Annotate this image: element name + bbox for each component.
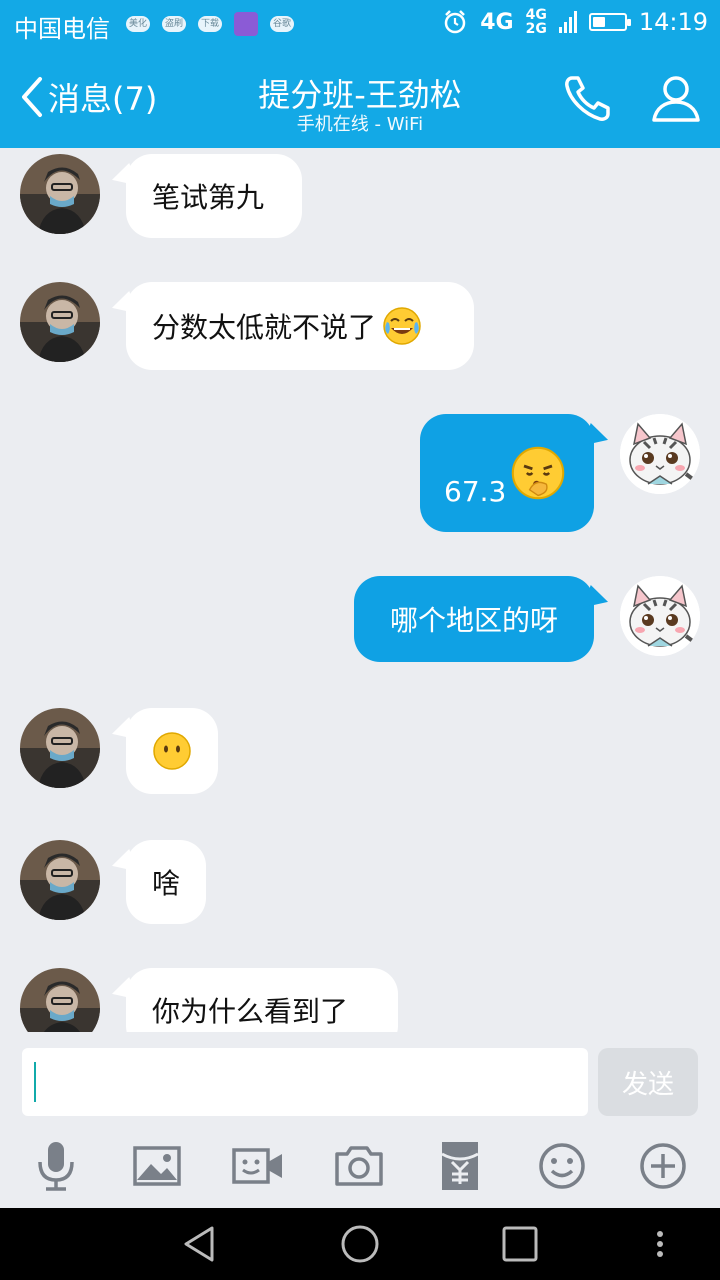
gallery-notification-icon: [234, 12, 258, 36]
nav-back-button[interactable]: [178, 1222, 222, 1266]
clock-label: 14:19: [638, 8, 708, 36]
message-text: 分数太低就不说了: [152, 311, 377, 344]
contact-avatar-icon: [20, 840, 100, 920]
nav-menu-button[interactable]: [638, 1222, 682, 1266]
system-nav-bar: [0, 1208, 720, 1280]
message-bubble[interactable]: 啥: [126, 840, 206, 924]
image-button[interactable]: [129, 1138, 185, 1194]
thinking-emoji-icon: [512, 446, 565, 500]
smiley-icon: [539, 1143, 585, 1189]
circle-home-icon: [341, 1225, 379, 1263]
video-call-icon: [232, 1148, 282, 1184]
message-text: 哪个地区的呀: [389, 604, 558, 637]
alarm-icon: [444, 10, 466, 34]
camera-icon: [335, 1146, 383, 1186]
message-bubble[interactable]: 分数太低就不说了: [126, 282, 474, 370]
tears-of-joy-emoji-icon: [383, 307, 421, 345]
chat-header: 消息(7) 提分班-王劲松 手机在线 - WiFi: [0, 48, 720, 148]
voice-button[interactable]: [28, 1138, 84, 1194]
contact-avatar-icon: [20, 282, 100, 362]
self-avatar[interactable]: [620, 576, 700, 656]
red-packet-button[interactable]: [432, 1138, 488, 1194]
camera-button[interactable]: [331, 1138, 387, 1194]
contact-avatar-icon: [20, 154, 100, 234]
message-bubble[interactable]: 哪个地区的呀: [354, 576, 594, 662]
contact-avatar-icon: [20, 708, 100, 788]
notification-icon: 谷歌: [270, 16, 294, 32]
microphone-icon: [38, 1142, 74, 1191]
image-icon: [133, 1146, 181, 1186]
signal-icon: [558, 11, 577, 33]
square-recents-icon: [502, 1226, 538, 1262]
message-text: 笔试第九: [152, 181, 265, 214]
message-bubble[interactable]: 你为什么看到了: [126, 968, 398, 1032]
notification-icon: 盗刷: [162, 16, 186, 32]
message-text: 你为什么看到了: [152, 995, 349, 1028]
message-list[interactable]: 笔试第九 分数太低就不说了 67.3 哪个地区的呀 啥 你为什么看到了: [0, 148, 720, 1032]
network-type-label: 4G: [480, 9, 514, 35]
message-input[interactable]: [22, 1048, 588, 1116]
nav-recents-button[interactable]: [498, 1222, 542, 1266]
send-button[interactable]: 发送: [598, 1048, 698, 1116]
contact-avatar-icon: [20, 968, 100, 1032]
triangle-back-icon: [184, 1226, 214, 1262]
face-without-mouth-emoji-icon: [153, 732, 191, 770]
avatar[interactable]: [20, 708, 100, 788]
red-packet-icon: [441, 1142, 479, 1190]
message-bubble[interactable]: 67.3: [420, 414, 594, 532]
person-icon: [652, 76, 700, 122]
video-call-button[interactable]: [230, 1138, 286, 1194]
message-text: 67.3: [444, 474, 507, 508]
notification-icon: 美化: [126, 16, 150, 32]
avatar[interactable]: [20, 282, 100, 362]
nav-home-button[interactable]: [338, 1222, 382, 1266]
cat-avatar-icon: [620, 576, 700, 656]
avatar[interactable]: [20, 840, 100, 920]
self-avatar[interactable]: [620, 414, 700, 494]
message-bubble[interactable]: 笔试第九: [126, 154, 302, 238]
more-vertical-icon: [657, 1231, 663, 1257]
avatar[interactable]: [20, 154, 100, 234]
phone-icon: [565, 76, 610, 121]
profile-button[interactable]: [648, 70, 704, 126]
more-button[interactable]: [635, 1138, 691, 1194]
emoji-button[interactable]: [534, 1138, 590, 1194]
input-toolbar: [0, 1138, 720, 1198]
avatar[interactable]: [20, 968, 100, 1032]
battery-icon: [588, 13, 631, 31]
composer: 发送: [0, 1032, 720, 1208]
notification-icon: 下载: [198, 16, 222, 32]
network-type-small: 4G 2G: [525, 7, 547, 37]
message-bubble[interactable]: [126, 708, 218, 794]
message-text: 啥: [151, 867, 180, 900]
text-cursor: [34, 1062, 36, 1102]
plus-icon: [640, 1143, 686, 1189]
status-bar: 中国电信 美化 盗刷 下载 谷歌 4G 4G 2G 14:19: [0, 0, 720, 48]
call-button[interactable]: [560, 70, 616, 126]
carrier-label: 中国电信: [14, 15, 110, 43]
cat-avatar-icon: [620, 414, 700, 494]
